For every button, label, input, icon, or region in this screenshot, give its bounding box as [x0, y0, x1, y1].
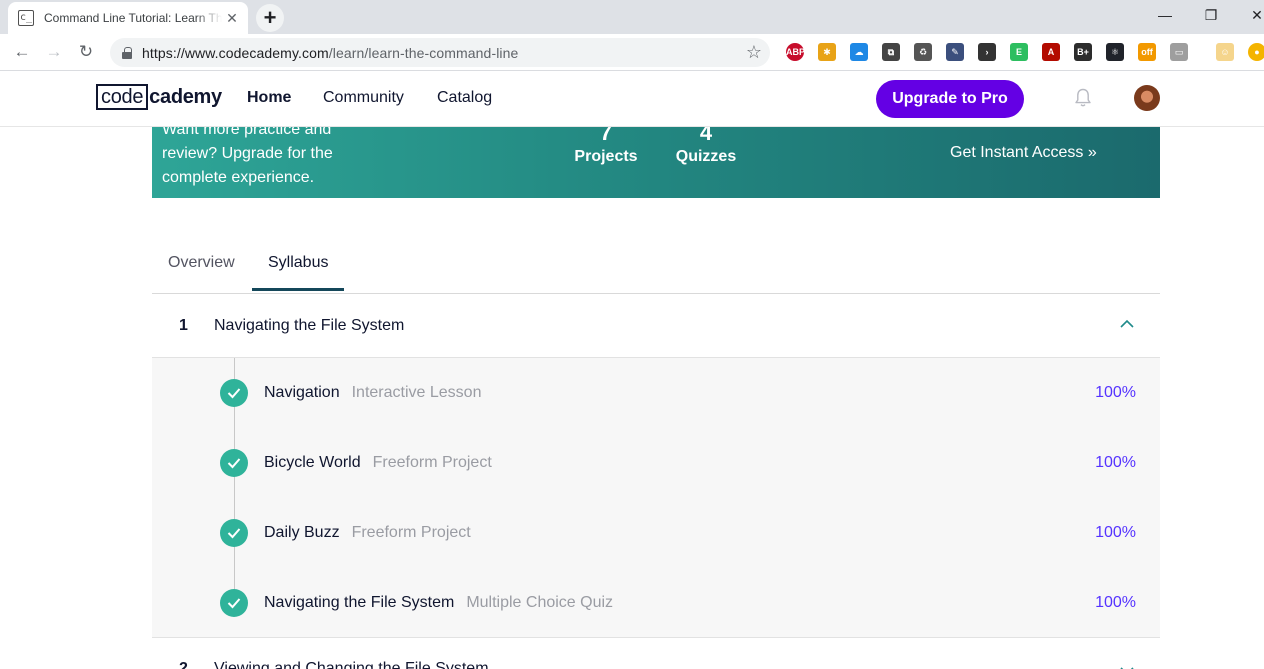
bookmark-star-icon[interactable]: ☆ — [746, 42, 762, 62]
quizzes-label: Quizzes — [675, 148, 737, 165]
notification-ext-icon[interactable]: ● — [1248, 43, 1264, 61]
codecademy-favicon-icon: c_ — [18, 10, 34, 26]
terminal-icon[interactable]: › — [978, 43, 996, 61]
browser-toolbar: ← → ↻ https://www.codecademy.com/learn/l… — [0, 34, 1264, 71]
tab-close-icon[interactable]: ✕ — [224, 10, 240, 26]
lesson-item[interactable]: Navigation Interactive Lesson 100% — [152, 358, 1160, 428]
module-number: 1 — [179, 317, 188, 334]
reload-icon[interactable]: ↻ — [74, 40, 98, 64]
projects-label: Projects — [574, 148, 638, 165]
lesson-title-row: Navigation Interactive Lesson — [264, 384, 481, 402]
nav-community[interactable]: Community — [323, 89, 404, 107]
tab-title: Command Line Tutorial: Learn Th — [44, 11, 222, 25]
lesson-title: Navigating the File System — [264, 594, 455, 611]
module-lessons: Navigation Interactive Lesson 100% Bicycl… — [152, 358, 1160, 638]
tab-overview[interactable]: Overview — [168, 254, 235, 272]
url-path: /learn/learn-the-command-line — [328, 44, 519, 61]
lesson-title: Bicycle World — [264, 454, 361, 471]
completed-check-icon — [220, 379, 248, 407]
address-bar[interactable]: https://www.codecademy.com/learn/learn-t… — [110, 38, 770, 67]
profile-icon[interactable]: ☺ — [1216, 43, 1234, 61]
completed-check-icon — [220, 519, 248, 547]
user-avatar[interactable] — [1134, 85, 1160, 111]
browser-tab[interactable]: c_ Command Line Tutorial: Learn Th ✕ — [8, 2, 248, 34]
restore-icon[interactable]: ❐ — [1188, 0, 1234, 30]
recycle-icon[interactable]: ♻ — [914, 43, 932, 61]
evernote-icon[interactable]: E — [1010, 43, 1028, 61]
module-number: 2 — [179, 660, 188, 669]
logo-boxed-text: code — [96, 84, 149, 110]
completed-check-icon — [220, 449, 248, 477]
course-tabs: Overview Syllabus — [152, 238, 1160, 294]
nav-catalog[interactable]: Catalog — [437, 89, 492, 107]
lesson-progress: 100% — [1095, 594, 1136, 611]
quizzes-stat: 4 Quizzes — [674, 120, 738, 168]
codecademy-logo[interactable]: code cademy — [96, 84, 222, 110]
browser-tabstrip: c_ Command Line Tutorial: Learn Th ✕ + —… — [0, 0, 1264, 34]
forward-arrow-icon[interactable]: → — [42, 40, 66, 64]
chevron-up-icon[interactable] — [1120, 317, 1134, 331]
new-tab-button[interactable]: + — [256, 4, 284, 32]
lesson-type: Interactive Lesson — [351, 384, 482, 401]
lock-icon — [122, 46, 132, 59]
extension-tool-icon[interactable]: ✱ — [818, 43, 836, 61]
close-window-icon[interactable]: ✕ — [1234, 0, 1264, 30]
module-title: Viewing and Changing the File System — [214, 660, 489, 669]
module-header[interactable]: 1 Navigating the File System — [152, 294, 1160, 358]
active-tab-indicator — [252, 288, 344, 291]
lesson-title-row: Bicycle World Freeform Project — [264, 454, 492, 472]
minimize-icon[interactable]: — — [1142, 0, 1188, 30]
upgrade-to-pro-button[interactable]: Upgrade to Pro — [876, 80, 1024, 118]
lesson-progress: 100% — [1095, 524, 1136, 541]
module-header[interactable]: 2 Viewing and Changing the File System — [152, 638, 1160, 669]
lesson-item[interactable]: Bicycle World Freeform Project 100% — [152, 428, 1160, 498]
pdf-icon[interactable]: A — [1042, 43, 1060, 61]
projects-stat: 7 Projects — [574, 120, 638, 168]
logo-rest-text: cademy — [149, 85, 222, 108]
lesson-progress: 100% — [1095, 454, 1136, 471]
lesson-title: Daily Buzz — [264, 524, 340, 541]
site-header: code cademy Home Community Catalog Upgrad… — [0, 71, 1264, 127]
completed-check-icon — [220, 589, 248, 617]
code-icon[interactable]: ⧉ — [882, 43, 900, 61]
nav-home[interactable]: Home — [247, 89, 291, 107]
chevron-down-icon[interactable] — [1120, 664, 1134, 669]
lesson-progress: 100% — [1095, 384, 1136, 401]
get-instant-access-link[interactable]: Get Instant Access » — [950, 144, 1097, 162]
adblock-plus-icon[interactable]: ABP — [786, 43, 805, 61]
eyedropper-icon[interactable]: ✎ — [946, 43, 964, 61]
lesson-title-row: Navigating the File System Multiple Choic… — [264, 594, 613, 612]
lesson-title-row: Daily Buzz Freeform Project — [264, 524, 471, 542]
lesson-type: Freeform Project — [372, 454, 492, 471]
bplus-icon[interactable]: B+ — [1074, 43, 1092, 61]
lesson-type: Freeform Project — [351, 524, 471, 541]
notification-bell-icon[interactable] — [1074, 88, 1092, 108]
url-text: https://www.codecademy.com/learn/learn-t… — [142, 45, 518, 61]
lesson-item[interactable]: Daily Buzz Freeform Project 100% — [152, 498, 1160, 568]
tab-syllabus[interactable]: Syllabus — [268, 254, 328, 272]
off-badge-icon[interactable]: off — [1138, 43, 1156, 61]
cloud-icon[interactable]: ☁ — [850, 43, 868, 61]
lesson-title: Navigation — [264, 384, 340, 401]
lesson-type: Multiple Choice Quiz — [466, 594, 614, 611]
back-arrow-icon[interactable]: ← — [10, 40, 34, 64]
react-devtools-icon[interactable]: ⚛ — [1106, 43, 1124, 61]
url-host: https://www.codecademy.com — [142, 44, 329, 61]
cast-icon[interactable]: ▭ — [1170, 43, 1188, 61]
module-title: Navigating the File System — [214, 317, 405, 334]
banner-text: Want more practice and review? Upgrade f… — [162, 121, 333, 186]
lesson-item[interactable]: Navigating the File System Multiple Choic… — [152, 568, 1160, 638]
